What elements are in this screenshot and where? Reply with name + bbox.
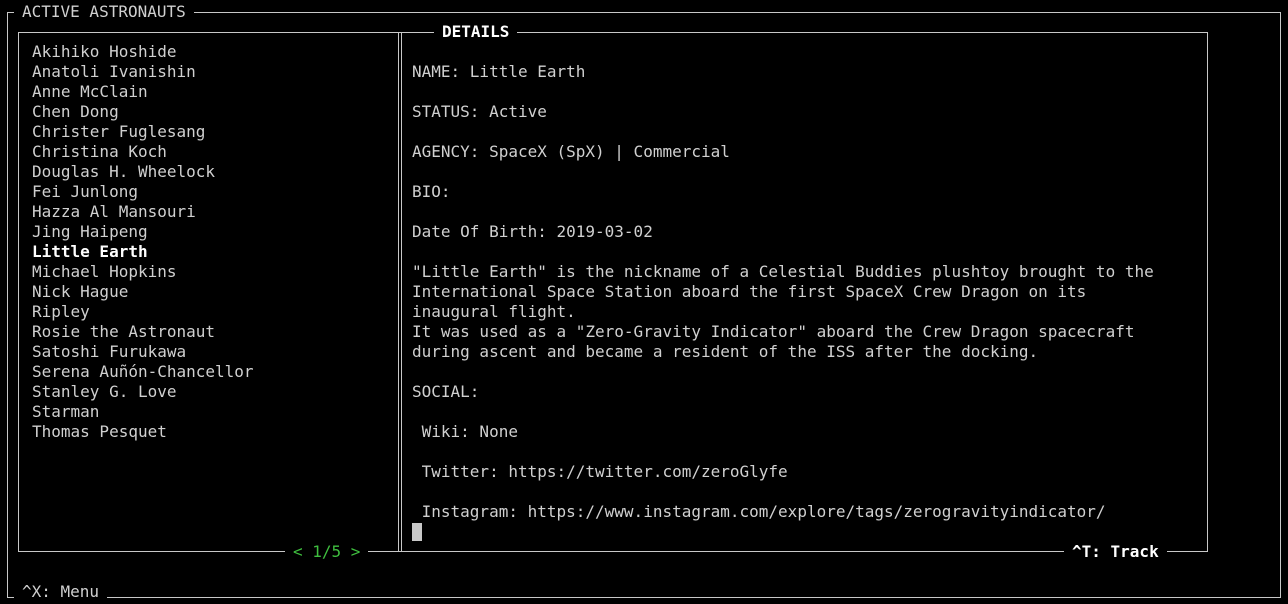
detail-status: STATUS: Active <box>412 102 547 121</box>
menu-shortcut-hint[interactable]: ^X: Menu <box>14 582 108 602</box>
astronaut-list-item[interactable]: Michael Hopkins <box>32 262 254 282</box>
astronaut-list-item[interactable]: Akihiko Hoshide <box>32 42 254 62</box>
astronaut-list[interactable]: Akihiko Hoshide Anatoli Ivanishin Anne McC… <box>32 42 254 442</box>
bio-label: BIO: <box>412 182 451 201</box>
astronaut-list-item[interactable]: Serena Auñón-Chancellor <box>32 362 254 382</box>
astronaut-list-item[interactable]: Satoshi Furukawa <box>32 342 254 362</box>
astronaut-list-item[interactable]: Anne McClain <box>32 82 254 102</box>
social-label: SOCIAL: <box>412 382 480 401</box>
astronaut-list-item[interactable]: Douglas H. Wheelock <box>32 162 254 182</box>
social-instagram-link[interactable]: Instagram: https://www.instagram.com/exp… <box>412 502 1202 522</box>
bio-text-line: inaugural flight. <box>412 302 576 321</box>
astronaut-list-item[interactable]: Christer Fuglesang <box>32 122 254 142</box>
bio-text-line: It was used as a "Zero-Gravity Indicator… <box>412 322 1135 341</box>
astronaut-list-item[interactable]: Fei Junlong <box>32 182 254 202</box>
track-shortcut-hint[interactable]: ^T: Track <box>1064 542 1167 562</box>
astronaut-list-item[interactable]: Nick Hague <box>32 282 254 302</box>
social-twitter-link[interactable]: Twitter: https://twitter.com/zeroGlyfe <box>412 462 1202 482</box>
window-title: ACTIVE ASTRONAUTS <box>14 2 194 22</box>
astronaut-list-item[interactable]: Christina Koch <box>32 142 254 162</box>
astronaut-list-item[interactable]: Starman <box>32 402 254 422</box>
bio-text-line: during ascent and became a resident of t… <box>412 342 1039 361</box>
bio-text-line: International Space Station aboard the f… <box>412 282 1087 301</box>
pagination-indicator[interactable]: < 1/5 > <box>285 542 369 562</box>
astronaut-list-item[interactable]: Ripley <box>32 302 254 322</box>
astronaut-list-item[interactable]: Hazza Al Mansouri <box>32 202 254 222</box>
bio-text-line: "Little Earth" is the nickname of a Cele… <box>412 262 1154 281</box>
astronaut-list-item[interactable]: Jing Haipeng <box>32 222 254 242</box>
social-wiki: Wiki: None <box>412 422 518 441</box>
details-title: DETAILS <box>434 22 518 42</box>
detail-date-of-birth: Date Of Birth: 2019-03-02 <box>412 222 653 241</box>
astronaut-list-item[interactable]: Little Earth <box>32 242 254 262</box>
cursor-line <box>412 522 1202 542</box>
astronaut-list-item[interactable]: Rosie the Astronaut <box>32 322 254 342</box>
astronaut-list-item[interactable]: Anatoli Ivanishin <box>32 62 254 82</box>
detail-name: NAME: Little Earth <box>412 62 586 81</box>
detail-agency: AGENCY: SpaceX (SpX) | Commercial <box>412 142 730 161</box>
astronaut-list-item[interactable]: Stanley G. Love <box>32 382 254 402</box>
details-content: NAME: Little Earth STATUS: Active AGENCY… <box>412 62 1202 542</box>
text-cursor <box>412 523 422 541</box>
astronaut-list-item[interactable]: Thomas Pesquet <box>32 422 254 442</box>
astronaut-list-item[interactable]: Chen Dong <box>32 102 254 122</box>
